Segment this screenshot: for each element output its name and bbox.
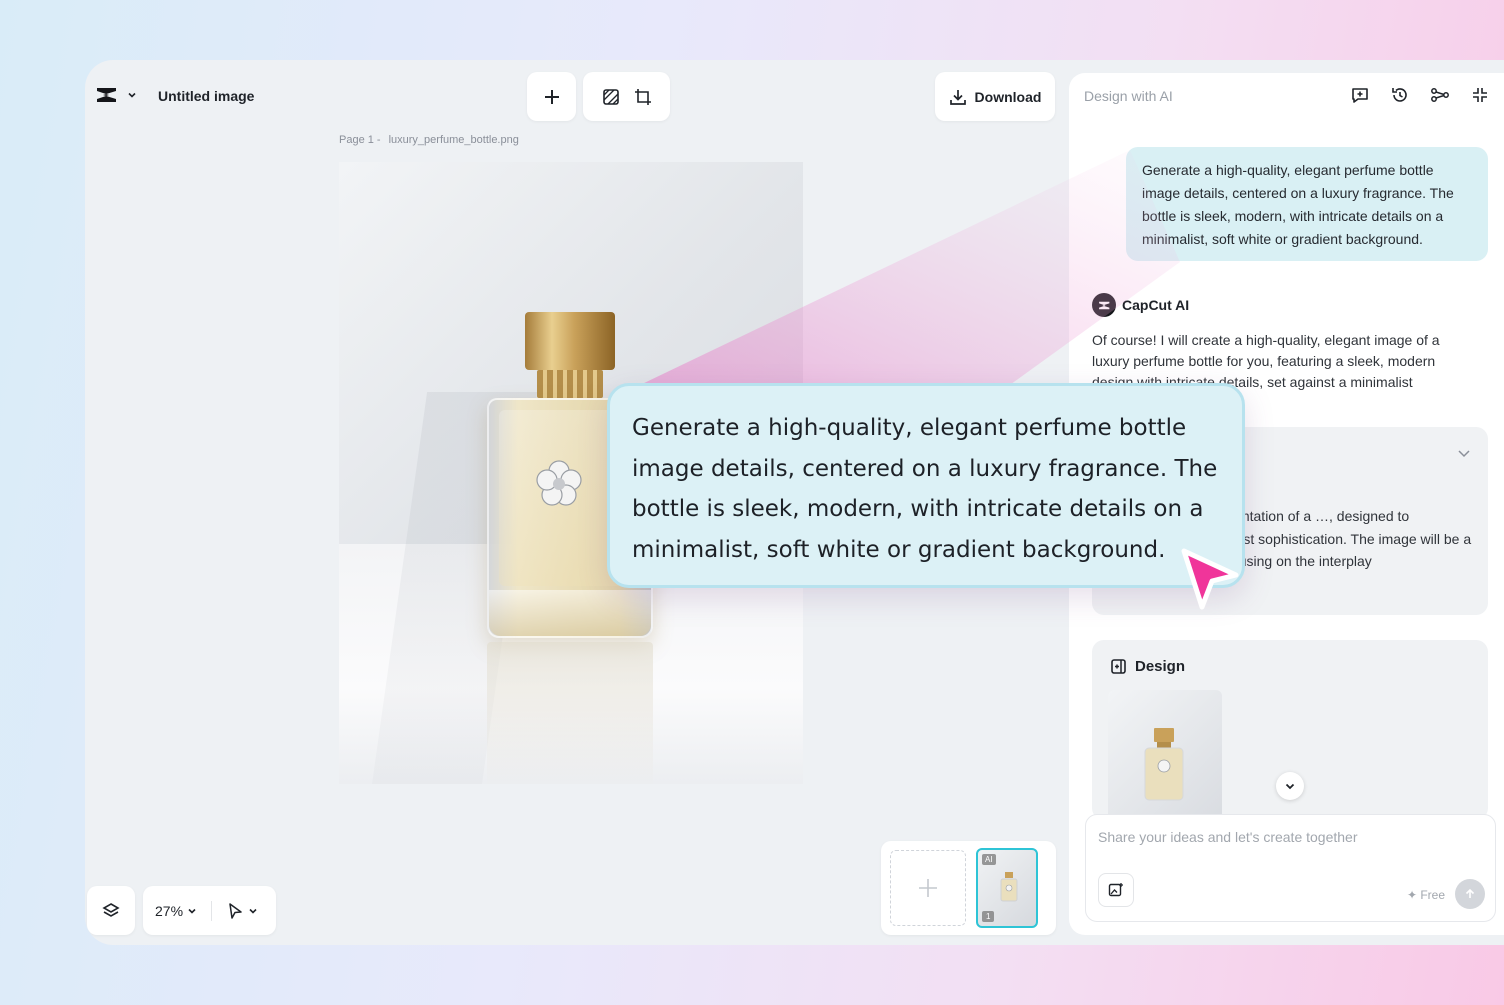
chevron-down-icon[interactable] [248,906,258,916]
layers-button[interactable] [87,886,135,935]
plus-icon [919,879,937,897]
send-button[interactable] [1455,879,1485,909]
canvas-tools-group [583,72,670,121]
design-label: Design [1135,658,1186,675]
panel-header-actions [1350,85,1490,105]
collapse-panel-button[interactable] [1470,85,1490,105]
app-menu-button[interactable] [95,86,137,104]
user-message: Generate a high-quality, elegant perfume… [1126,147,1488,261]
pointer-tool-icon[interactable] [226,902,244,920]
capcut-logo-icon [97,88,116,102]
page-thumbnail[interactable]: AI 1 [976,848,1038,928]
panel-title: Design with AI [1084,88,1173,104]
add-page-button[interactable] [890,850,966,926]
page-file-name: luxury_perfume_bottle.png [388,134,519,146]
zoom-controls: 27% [143,886,276,935]
assistant-avatar [1092,293,1116,317]
add-element-button[interactable] [527,72,576,121]
design-header: Design [1110,658,1185,675]
pages-strip: AI 1 [881,841,1056,935]
chevron-down-icon [128,92,136,98]
assistant-name: CapCut AI [1122,297,1190,313]
new-chat-icon [1352,88,1368,103]
design-icon [1111,659,1126,674]
capcut-logo-icon [1098,301,1109,309]
design-result-thumbnail[interactable] [1108,690,1222,820]
page-number-tag: 1 [982,911,995,922]
collapse-icon [1473,88,1487,102]
history-icon [1392,88,1407,102]
share-nodes-icon [1431,88,1449,102]
prompt-input[interactable] [1098,829,1478,845]
resize-button[interactable] [634,88,652,106]
new-chat-button[interactable] [1350,85,1370,105]
flower-emblem-icon [536,460,582,506]
chevron-down-icon [1285,783,1295,790]
assistant-header: CapCut AI [1092,293,1189,317]
divider [211,900,213,921]
plus-icon [544,89,559,104]
image-upload-button[interactable] [1098,873,1134,907]
download-label: Download [974,88,1042,105]
ai-tag: AI [982,854,996,865]
mini-bottle-icon [1000,872,1018,902]
bottle-reflection [487,642,653,784]
crop-resize-icon [634,88,651,105]
arrow-up-icon [1465,888,1475,898]
share-button[interactable] [1430,85,1450,105]
history-button[interactable] [1390,85,1410,105]
page-number-label: Page 1 - [339,134,381,146]
prompt-callout: Generate a high-quality, elegant perfume… [607,383,1245,588]
free-label: ✦ Free [1406,888,1445,902]
background-toggle-button[interactable] [602,88,620,106]
document-title[interactable]: Untitled image [158,88,254,104]
screenshot-frame: Untitled image Download Page 1 - luxury_… [0,0,1504,1005]
download-icon [949,89,966,105]
prompt-input-box: ✦ Free [1085,814,1496,922]
transparency-icon [602,88,619,105]
scroll-to-bottom-button[interactable] [1276,772,1304,800]
download-button[interactable]: Download [935,72,1055,121]
bottle-cap [525,312,615,370]
chevron-down-icon[interactable] [187,906,197,916]
layers-icon [102,902,120,917]
expand-button[interactable] [1456,445,1472,466]
mini-bottle-icon [1144,728,1184,801]
add-image-icon [1108,883,1123,897]
page-label: Page 1 - luxury_perfume_bottle.png [339,134,519,146]
bottle-collar [537,370,603,398]
chevron-down-icon [1458,450,1470,458]
zoom-dropdown[interactable]: 27% [155,903,183,919]
mouse-cursor-icon [1181,548,1239,610]
